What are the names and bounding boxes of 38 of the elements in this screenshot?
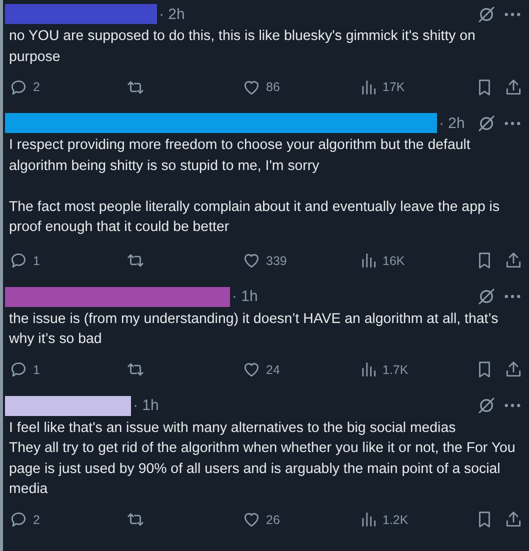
heart-icon[interactable] <box>242 360 261 379</box>
repost-icon[interactable] <box>126 251 144 270</box>
view-count: 17K <box>382 80 405 94</box>
post-time: · 1h <box>232 288 258 305</box>
reply-icon[interactable] <box>9 510 28 529</box>
repost-icon[interactable] <box>126 360 144 379</box>
like-count: 24 <box>266 362 280 376</box>
like-count: 26 <box>266 512 280 526</box>
reply-count: 2 <box>33 80 40 94</box>
like-count: 339 <box>266 254 287 268</box>
view-count: 16K <box>382 254 405 268</box>
reply-icon[interactable] <box>9 78 28 96</box>
repost-icon[interactable] <box>126 510 144 529</box>
slashed-circle-icon[interactable] <box>476 112 497 134</box>
slashed-circle-icon[interactable] <box>476 395 497 416</box>
post-text: I respect providing more freedom to choose your algorithm but the default algorithm being shitty is so stupid to me, I'm sorry The fact most people literally complain about it and eventually leave the app is proof enough that it could be better <box>9 136 501 237</box>
post-text: no YOU are supposed to do this, this is like bluesky's gimmick it's shitty on purpose <box>9 27 476 66</box>
view-count: 1.2K <box>382 512 408 526</box>
reply-icon[interactable] <box>9 251 28 270</box>
share-icon[interactable] <box>504 251 523 270</box>
reply-count: 1 <box>33 254 40 268</box>
slashed-circle-icon[interactable] <box>476 286 497 307</box>
reply-icon[interactable] <box>9 360 28 379</box>
share-icon[interactable] <box>504 510 523 529</box>
view-count: 1.7K <box>382 362 408 376</box>
post-time: · 2h <box>159 6 185 22</box>
post-time: · 2h <box>439 114 465 132</box>
slashed-circle-icon[interactable] <box>476 4 497 24</box>
post-text: the issue is (from my understanding) it doesn’t HAVE an algorithm at all, that’s why it’s so bad <box>9 310 500 349</box>
like-count: 86 <box>266 80 280 94</box>
post-text: I feel like that's an issue with many alternatives to the big social medias They all try to get rid of the algorithm when whether you like it or not, the For You page is just used by 90% of all users and is arguably the main point of a social media <box>9 418 516 499</box>
heart-icon[interactable] <box>242 251 261 270</box>
reply-count: 1 <box>33 362 40 376</box>
share-icon[interactable] <box>504 360 523 379</box>
reply-count: 2 <box>33 512 40 526</box>
post-time: · 1h <box>133 397 159 414</box>
share-icon[interactable] <box>504 78 523 96</box>
heart-icon[interactable] <box>242 510 261 529</box>
